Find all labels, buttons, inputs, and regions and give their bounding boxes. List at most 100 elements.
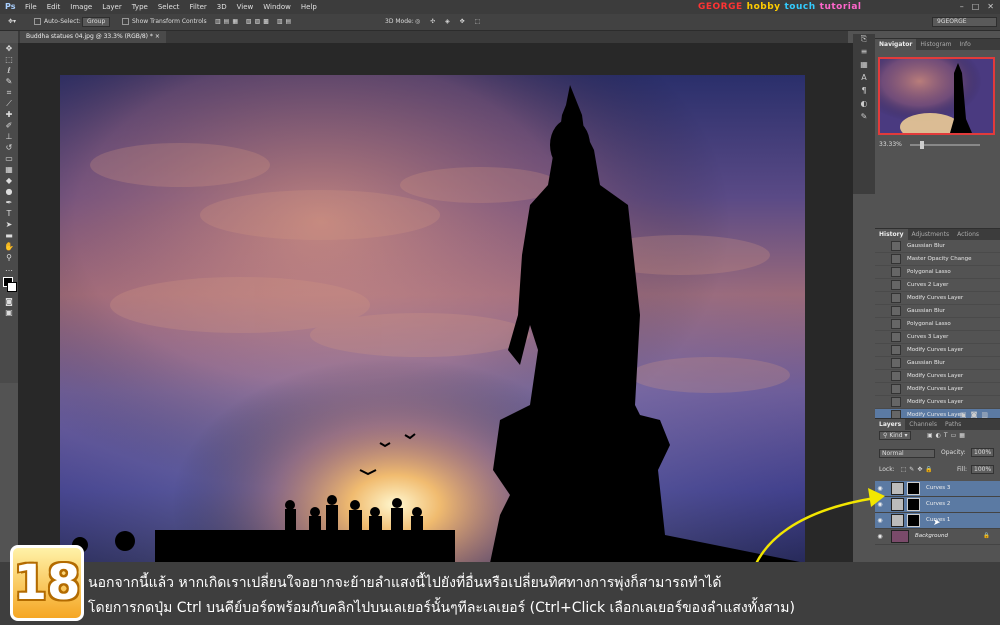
tab-info[interactable]: Info xyxy=(955,39,974,50)
layer-comps-icon[interactable]: ◐ xyxy=(853,99,875,112)
history-item[interactable]: Master Opacity Change xyxy=(875,253,1000,266)
tab-channels[interactable]: Channels xyxy=(905,419,941,430)
marquee-tool-icon[interactable]: ⬚ xyxy=(0,54,18,65)
history-step-icon xyxy=(891,267,901,277)
auto-select-dropdown[interactable]: Group xyxy=(82,17,111,27)
blend-mode-dropdown[interactable]: Normal xyxy=(879,449,935,458)
history-brush-tool-icon[interactable]: ↺ xyxy=(0,142,18,153)
auto-select-checkbox[interactable]: Auto-Select: xyxy=(34,18,81,25)
move-tool-icon[interactable]: ✥▾ xyxy=(8,18,16,25)
shape-tool-icon[interactable]: ▬ xyxy=(0,230,18,241)
history-step-icon xyxy=(891,332,901,342)
more-tools-icon[interactable]: … xyxy=(0,263,18,274)
history-list: Gaussian Blur Master Opacity Change Poly… xyxy=(875,240,1000,422)
tab-navigator[interactable]: Navigator xyxy=(875,39,917,50)
lasso-tool-icon[interactable]: ℓ xyxy=(0,65,18,76)
maximize-icon[interactable]: □ xyxy=(972,2,980,11)
history-item[interactable]: Gaussian Blur xyxy=(875,357,1000,370)
tab-layers[interactable]: Layers xyxy=(875,419,906,430)
menu-edit[interactable]: Edit xyxy=(47,3,61,11)
history-item[interactable]: Modify Curves Layer xyxy=(875,370,1000,383)
history-item[interactable]: Curves 3 Layer xyxy=(875,331,1000,344)
blur-tool-icon[interactable]: ◆ xyxy=(0,175,18,186)
eraser-tool-icon[interactable]: ▭ xyxy=(0,153,18,164)
history-item[interactable]: Modify Curves Layer xyxy=(875,292,1000,305)
menu-view[interactable]: View xyxy=(237,3,254,11)
history-item[interactable]: Polygonal Lasso xyxy=(875,318,1000,331)
pen-tool-icon[interactable]: ✒ xyxy=(0,197,18,208)
lock-icons[interactable]: ⬚✎✥🔒 xyxy=(901,466,936,473)
menu-select[interactable]: Select xyxy=(158,3,180,11)
path-select-tool-icon[interactable]: ➤ xyxy=(0,219,18,230)
canvas-area[interactable] xyxy=(18,43,853,563)
history-item[interactable]: Modify Curves Layer xyxy=(875,344,1000,357)
character-panel-icon[interactable]: A xyxy=(853,73,875,86)
layers-tabs: Layers Channels Paths xyxy=(875,419,1000,430)
screen-mode-icon[interactable]: ▣ xyxy=(0,307,18,318)
workspace-dropdown[interactable]: 9GEORGE xyxy=(932,17,997,27)
history-item[interactable]: Gaussian Blur xyxy=(875,240,1000,253)
history-item[interactable]: Curves 2 Layer xyxy=(875,279,1000,292)
quick-select-tool-icon[interactable]: ✎ xyxy=(0,76,18,87)
align-icons[interactable]: ▥▤▦ ▧▨▩ ▥▤ xyxy=(215,18,294,25)
dodge-tool-icon[interactable]: ● xyxy=(0,186,18,197)
paragraph-panel-icon[interactable]: ¶ xyxy=(853,86,875,99)
menu-type[interactable]: Type xyxy=(132,3,148,11)
document-image[interactable] xyxy=(60,75,805,563)
history-item-label: Curves 2 Layer xyxy=(907,282,949,288)
menu-help[interactable]: Help xyxy=(301,3,317,11)
color-swatches-icon[interactable] xyxy=(0,274,18,296)
tab-histogram[interactable]: Histogram xyxy=(916,39,955,50)
layer-name[interactable]: Background xyxy=(915,529,948,544)
swatches-panel-icon[interactable]: ▦ xyxy=(853,60,875,73)
healing-tool-icon[interactable]: ✚ xyxy=(0,109,18,120)
menu-filter[interactable]: Filter xyxy=(189,3,206,11)
close-icon[interactable]: ✕ xyxy=(987,2,994,11)
history-item[interactable]: Modify Curves Layer xyxy=(875,396,1000,409)
menu-image[interactable]: Image xyxy=(70,3,92,11)
close-tab-icon[interactable]: × xyxy=(155,33,160,40)
zoom-slider[interactable] xyxy=(909,140,980,149)
zoom-slider-handle[interactable] xyxy=(919,140,924,149)
layer-name[interactable]: Curves 2 xyxy=(926,497,950,512)
properties-panel-icon[interactable]: ≡ xyxy=(853,47,875,60)
tab-paths[interactable]: Paths xyxy=(941,419,965,430)
menu-layer[interactable]: Layer xyxy=(102,3,122,11)
crop-tool-icon[interactable]: ⌗ xyxy=(0,87,18,98)
tab-adjustments[interactable]: Adjustments xyxy=(908,229,954,240)
history-item[interactable]: Gaussian Blur xyxy=(875,305,1000,318)
hand-tool-icon[interactable]: ✋ xyxy=(0,241,18,252)
gradient-tool-icon[interactable]: ▦ xyxy=(0,164,18,175)
tab-history[interactable]: History xyxy=(875,229,908,240)
history-panel-icon[interactable]: ⎘ xyxy=(853,34,875,47)
brush-tool-icon[interactable]: ✐ xyxy=(0,120,18,131)
filter-icons[interactable]: ▣◐T▭▦ xyxy=(927,432,968,439)
navigator-tabs: Navigator Histogram Info xyxy=(875,39,1000,50)
minimize-icon[interactable]: – xyxy=(960,2,964,11)
navigator-zoom-row: 33.33% xyxy=(875,135,1000,154)
menu-file[interactable]: File xyxy=(25,3,37,11)
quick-mask-icon[interactable]: ◙ xyxy=(0,296,18,307)
menu-3d[interactable]: 3D xyxy=(217,3,227,11)
history-item[interactable]: Modify Curves Layer xyxy=(875,383,1000,396)
navigator-thumbnail[interactable] xyxy=(878,57,995,135)
menu-window[interactable]: Window xyxy=(263,3,291,11)
kind-filter-dropdown[interactable]: ⚲ Kind ▾ xyxy=(879,431,912,440)
photoshop-logo-icon[interactable]: Ps xyxy=(5,2,15,11)
brand-part-george: GEORGE xyxy=(698,2,743,12)
eyedropper-tool-icon[interactable]: ⟋ xyxy=(0,98,18,109)
zoom-value[interactable]: 33.33% xyxy=(879,141,902,148)
stamp-tool-icon[interactable]: ⊥ xyxy=(0,131,18,142)
brush-panel-icon[interactable]: ✎ xyxy=(853,112,875,125)
type-tool-icon[interactable]: T xyxy=(0,208,18,219)
move-tool-icon[interactable]: ✥ xyxy=(0,43,18,54)
layer-name[interactable]: Curves 3 xyxy=(926,481,950,496)
history-item[interactable]: Polygonal Lasso xyxy=(875,266,1000,279)
opacity-input[interactable]: 100% xyxy=(971,448,995,457)
tab-actions[interactable]: Actions xyxy=(953,229,983,240)
show-transform-checkbox[interactable]: Show Transform Controls xyxy=(122,18,207,25)
fill-input[interactable]: 100% xyxy=(971,465,995,474)
document-tab[interactable]: Buddha statues 04.jpg @ 33.3% (RGB/8) * … xyxy=(20,31,166,43)
zoom-tool-icon[interactable]: ⚲ xyxy=(0,252,18,263)
3d-mode-icons[interactable]: ◎ ✣ ◈ ✥ ⬚ xyxy=(415,18,484,25)
